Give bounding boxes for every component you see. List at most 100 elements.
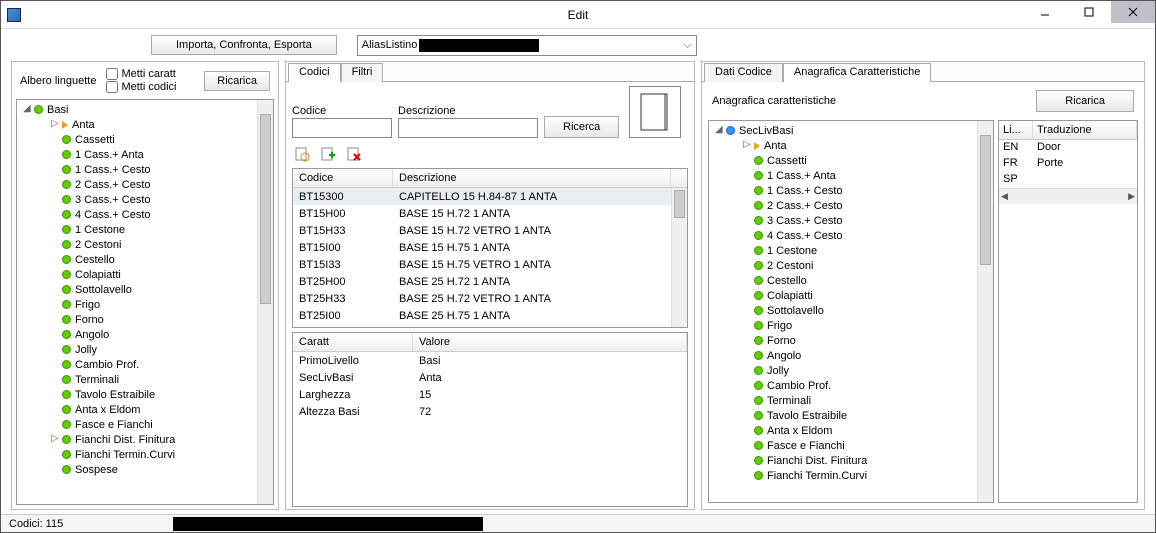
tree-item[interactable]: Terminali	[21, 372, 269, 387]
table-row[interactable]: ENDoor	[999, 140, 1137, 156]
tree-item[interactable]: Sottolavello	[713, 303, 989, 318]
props-col-valore[interactable]: Valore	[413, 333, 687, 351]
input-codice[interactable]	[292, 118, 392, 138]
tree-item[interactable]: Colapiatti	[21, 267, 269, 282]
tree-item[interactable]: Forno	[21, 312, 269, 327]
table-row[interactable]: BT25H00BASE 25 H.72 1 ANTA	[293, 273, 671, 290]
tree-item[interactable]: Fianchi Termin.Curvi	[713, 468, 989, 483]
table-row[interactable]: BT25H33BASE 25 H.72 VETRO 1 ANTA	[293, 290, 671, 307]
tree-item[interactable]: Fasce e Fianchi	[713, 438, 989, 453]
tree-item[interactable]: Jolly	[21, 342, 269, 357]
tab-codici[interactable]: Codici	[288, 63, 341, 82]
trans-col-lang[interactable]: Li...	[999, 121, 1033, 139]
tree-item[interactable]: 2 Cass.+ Cesto	[21, 177, 269, 192]
tree-item[interactable]: Cambio Prof.	[713, 378, 989, 393]
tree-item[interactable]: Anta x Eldom	[21, 402, 269, 417]
table-row[interactable]: BT15H00BASE 15 H.72 1 ANTA	[293, 205, 671, 222]
tree-item[interactable]: Angolo	[713, 348, 989, 363]
right-tree-root[interactable]: ◢SecLivBasi	[713, 123, 989, 138]
maximize-button[interactable]	[1067, 1, 1111, 23]
doc-refresh-icon[interactable]	[294, 146, 310, 162]
tree-item[interactable]: 3 Cass.+ Cesto	[713, 213, 989, 228]
tree-item[interactable]: Colapiatti	[713, 288, 989, 303]
right-reload-button[interactable]: Ricarica	[1036, 90, 1134, 112]
close-button[interactable]	[1111, 1, 1155, 23]
table-row[interactable]: BT15300CAPITELLO 15 H.84-87 1 ANTA	[293, 188, 671, 205]
tree-item[interactable]: Tavolo Estraibile	[21, 387, 269, 402]
table-row[interactable]: SecLivBasiAnta	[293, 369, 687, 386]
arrow-selected-icon	[754, 142, 760, 150]
tree-item[interactable]: Angolo	[21, 327, 269, 342]
tree-item[interactable]: Forno	[713, 333, 989, 348]
tree-item[interactable]: Cestello	[713, 273, 989, 288]
table-row[interactable]: BT15I33BASE 15 H.75 VETRO 1 ANTA	[293, 256, 671, 273]
tree-scrollbar[interactable]	[257, 100, 273, 504]
props-col-caratt[interactable]: Caratt	[293, 333, 413, 351]
table-row[interactable]: FRPorte	[999, 156, 1137, 172]
minimize-button[interactable]	[1023, 1, 1067, 23]
tree-item[interactable]: Cestello	[21, 252, 269, 267]
chk-metti-caratt[interactable]: Metti caratt	[106, 68, 176, 80]
left-reload-button[interactable]: Ricarica	[204, 71, 270, 91]
tree-item[interactable]: Cambio Prof.	[21, 357, 269, 372]
props-body[interactable]: PrimoLivelloBasiSecLivBasiAntaLarghezza1…	[293, 352, 687, 506]
tree-item[interactable]: Fianchi Termin.Curvi	[21, 447, 269, 462]
tab-dati-codice[interactable]: Dati Codice	[704, 63, 783, 82]
import-export-button[interactable]: Importa, Confronta, Esporta	[151, 35, 337, 55]
table-row[interactable]: BT15I00BASE 15 H.75 1 ANTA	[293, 239, 671, 256]
tree-item[interactable]: 1 Cass.+ Anta	[21, 147, 269, 162]
trans-col-trad[interactable]: Traduzione	[1033, 121, 1137, 139]
codes-col-codice[interactable]: Codice	[293, 169, 393, 187]
tree-item[interactable]: 4 Cass.+ Cesto	[713, 228, 989, 243]
tree-item[interactable]: 2 Cass.+ Cesto	[713, 198, 989, 213]
chk-metti-codici[interactable]: Metti codici	[106, 81, 176, 93]
left-panel: Albero linguette Metti caratt Metti codi…	[11, 61, 279, 510]
right-tree-selected[interactable]: ▷Anta	[713, 138, 989, 153]
search-button[interactable]: Ricerca	[544, 116, 619, 138]
table-row[interactable]: BT25I00BASE 25 H.75 1 ANTA	[293, 307, 671, 324]
tree-item[interactable]: Cassetti	[713, 153, 989, 168]
tree-item[interactable]: Terminali	[713, 393, 989, 408]
tab-anagrafica[interactable]: Anagrafica Caratteristiche	[783, 63, 932, 82]
tree-item[interactable]: Frigo	[21, 297, 269, 312]
right-tree-scrollbar[interactable]	[977, 121, 993, 502]
alias-listino-combo[interactable]: AliasListino ⌵	[357, 35, 697, 56]
tree-item-selected[interactable]: ▷Anta	[21, 117, 269, 132]
doc-delete-icon[interactable]	[346, 146, 362, 162]
left-tree[interactable]: ◢Basi ▷Anta Cassetti1 Cass.+ Anta1 Cass.…	[16, 99, 274, 505]
table-row[interactable]: SP	[999, 172, 1137, 188]
tree-item[interactable]: Fianchi Dist. Finitura	[713, 453, 989, 468]
tree-item[interactable]: 1 Cass.+ Cesto	[21, 162, 269, 177]
tree-item[interactable]: Frigo	[713, 318, 989, 333]
tree-item[interactable]: 1 Cass.+ Anta	[713, 168, 989, 183]
tree-item[interactable]: 1 Cestone	[713, 243, 989, 258]
table-row[interactable]: Altezza Basi72	[293, 403, 687, 420]
tab-filtri[interactable]: Filtri	[341, 63, 384, 82]
tree-item[interactable]: Sottolavello	[21, 282, 269, 297]
tree-item[interactable]: Tavolo Estraibile	[713, 408, 989, 423]
tree-item[interactable]: ▷Fianchi Dist. Finitura	[21, 432, 269, 447]
tree-item[interactable]: 3 Cass.+ Cesto	[21, 192, 269, 207]
tree-item[interactable]: 1 Cestone	[21, 222, 269, 237]
codes-col-descr[interactable]: Descrizione	[393, 169, 671, 187]
trans-body[interactable]: ENDoorFRPorteSP	[999, 140, 1137, 188]
table-row[interactable]: PrimoLivelloBasi	[293, 352, 687, 369]
tree-root[interactable]: ◢Basi	[21, 102, 269, 117]
tree-item[interactable]: Anta x Eldom	[713, 423, 989, 438]
table-row[interactable]: BT15H33BASE 15 H.72 VETRO 1 ANTA	[293, 222, 671, 239]
tree-item[interactable]: 4 Cass.+ Cesto	[21, 207, 269, 222]
input-descrizione[interactable]	[398, 118, 538, 138]
codes-scrollbar[interactable]	[671, 188, 687, 327]
doc-add-icon[interactable]	[320, 146, 336, 162]
table-row[interactable]: Larghezza15	[293, 386, 687, 403]
tree-item[interactable]: Jolly	[713, 363, 989, 378]
tree-item[interactable]: Sospese	[21, 462, 269, 477]
right-tree[interactable]: ◢SecLivBasi ▷Anta Cassetti1 Cass.+ Anta1…	[708, 120, 994, 503]
tree-item[interactable]: Fasce e Fianchi	[21, 417, 269, 432]
tree-item[interactable]: 1 Cass.+ Cesto	[713, 183, 989, 198]
trans-hscroll[interactable]: ◀▶	[999, 188, 1137, 204]
tree-item[interactable]: 2 Cestoni	[21, 237, 269, 252]
tree-item[interactable]: 2 Cestoni	[713, 258, 989, 273]
codes-body[interactable]: BT15300CAPITELLO 15 H.84-87 1 ANTABT15H0…	[293, 188, 671, 327]
tree-item[interactable]: Cassetti	[21, 132, 269, 147]
